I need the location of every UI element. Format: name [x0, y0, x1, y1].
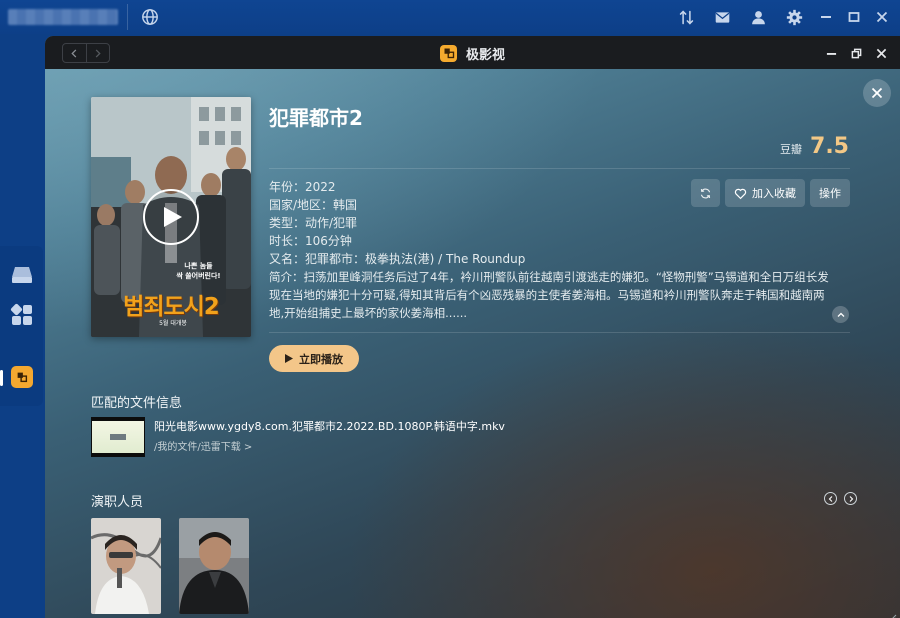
window-titlebar: 极影视	[45, 36, 900, 69]
cast-member-photo[interactable]	[179, 518, 249, 614]
header-divider	[269, 168, 850, 169]
apps-grid-icon[interactable]	[9, 302, 35, 328]
file-thumbnail-logo	[110, 434, 126, 440]
movie-title: 犯罪都市2	[269, 106, 363, 130]
cast-photo-1	[91, 518, 161, 614]
app-window: 极影视 나쁜 놈들 싹 쓸어버린다! 범죄도시2 5월 대개봉 犯罪都市2 豆瓣…	[45, 36, 900, 618]
app-title: 极影视	[466, 47, 506, 63]
cast-section-title: 演职人员	[91, 495, 144, 510]
add-favorite-label: 加入收藏	[752, 187, 796, 200]
heart-icon	[734, 188, 747, 199]
os-maximize-icon[interactable]	[842, 6, 866, 28]
collapse-synopsis-button[interactable]	[832, 306, 849, 323]
globe-icon[interactable]	[141, 8, 159, 26]
poster-tagline: 나쁜 놈들 싹 쓸어버린다!	[151, 261, 246, 281]
play-now-label: 立即播放	[299, 352, 343, 366]
storage-icon[interactable]	[9, 262, 35, 288]
close-icon	[876, 48, 887, 58]
os-close-icon[interactable]	[870, 6, 894, 28]
user-icon[interactable]	[742, 6, 774, 28]
meta-year: 年份：2022	[269, 180, 336, 194]
rating-value: 7.5	[810, 134, 849, 159]
poster-release-text: 5월 대개봉	[159, 320, 187, 327]
refresh-button[interactable]	[691, 179, 720, 207]
cast-next-button[interactable]	[844, 492, 857, 505]
chevron-up-icon	[837, 312, 844, 317]
history-nav	[62, 43, 110, 63]
back-button[interactable]	[63, 44, 86, 62]
dock-active-indicator	[0, 370, 3, 386]
poster-play-button[interactable]	[143, 189, 199, 245]
poster-tagline-line1: 나쁜 놈들	[184, 262, 213, 270]
file-thumbnail-frame	[92, 421, 144, 453]
cast-photo-2	[179, 518, 249, 614]
poster-title-text: 범죄도시2	[123, 294, 220, 320]
restore-icon	[851, 48, 862, 58]
operate-label: 操作	[819, 187, 841, 200]
resize-grip-icon[interactable]	[889, 607, 897, 618]
cast-pager	[824, 492, 857, 505]
movie-poster[interactable]: 나쁜 놈들 싹 쓸어버린다! 범죄도시2 5월 대개봉	[91, 97, 251, 337]
os-taskbar	[0, 0, 900, 34]
movie-synopsis: 简介：扫荡加里峰洞任务后过了4年，衿川刑警队前往越南引渡逃走的嫌犯。“怪物刑警”…	[269, 270, 829, 320]
restore-button[interactable]	[844, 42, 869, 64]
close-window-button[interactable]	[869, 42, 894, 64]
transfer-icon[interactable]	[670, 6, 702, 28]
rating: 豆瓣 7.5	[780, 134, 849, 159]
poster-tagline-line2: 싹 쓸어버린다!	[176, 272, 221, 280]
play-icon	[285, 354, 293, 363]
meta-duration: 时长：106分钟	[269, 234, 352, 248]
synopsis-divider	[269, 332, 850, 333]
file-path-link[interactable]: /我的文件/迅雷下载 >	[154, 438, 252, 453]
chevron-right-icon	[96, 48, 102, 58]
movie-meta: 年份：2022 国家/地区：韩国 类型：动作/犯罪 时长：106分钟 又名：犯罪…	[269, 178, 679, 268]
file-section-title: 匹配的文件信息	[91, 396, 183, 411]
os-system-icons	[670, 6, 894, 28]
add-favorite-button[interactable]: 加入收藏	[725, 179, 805, 207]
close-icon	[871, 87, 883, 99]
file-name[interactable]: 阳光电影www.ygdy8.com.犯罪都市2.2022.BD.1080P.韩语…	[154, 418, 505, 434]
play-icon	[164, 207, 182, 227]
app-logo-icon	[440, 44, 457, 62]
window-controls	[819, 42, 894, 64]
forward-button[interactable]	[85, 44, 109, 62]
action-buttons: 加入收藏 操作	[691, 179, 850, 207]
gear-icon[interactable]	[778, 6, 810, 28]
cast-prev-button[interactable]	[824, 492, 837, 505]
refresh-icon	[700, 188, 711, 198]
file-thumbnail[interactable]	[91, 417, 145, 457]
dock-app-icon[interactable]	[11, 366, 33, 388]
mail-icon[interactable]	[706, 6, 738, 28]
chevron-left-icon	[71, 48, 77, 58]
os-user-name-blurred	[8, 9, 118, 25]
chevron-right-icon	[849, 495, 853, 502]
os-divider	[127, 4, 128, 30]
cast-member-photo[interactable]	[91, 518, 161, 614]
minimize-icon	[826, 52, 837, 55]
close-detail-button[interactable]	[863, 79, 891, 107]
app-title-group: 极影视	[440, 43, 505, 63]
operate-button[interactable]: 操作	[810, 179, 850, 207]
meta-genre: 类型：动作/犯罪	[269, 216, 358, 230]
os-minimize-icon[interactable]	[814, 6, 838, 28]
play-now-button[interactable]: 立即播放	[269, 345, 359, 372]
rating-source-label: 豆瓣	[780, 143, 803, 156]
chevron-left-icon	[828, 495, 832, 502]
meta-region: 国家/地区：韩国	[269, 198, 358, 212]
minimize-button[interactable]	[819, 42, 844, 64]
meta-aka: 又名：犯罪都市：极拳执法(港) / The Roundup	[269, 252, 526, 266]
